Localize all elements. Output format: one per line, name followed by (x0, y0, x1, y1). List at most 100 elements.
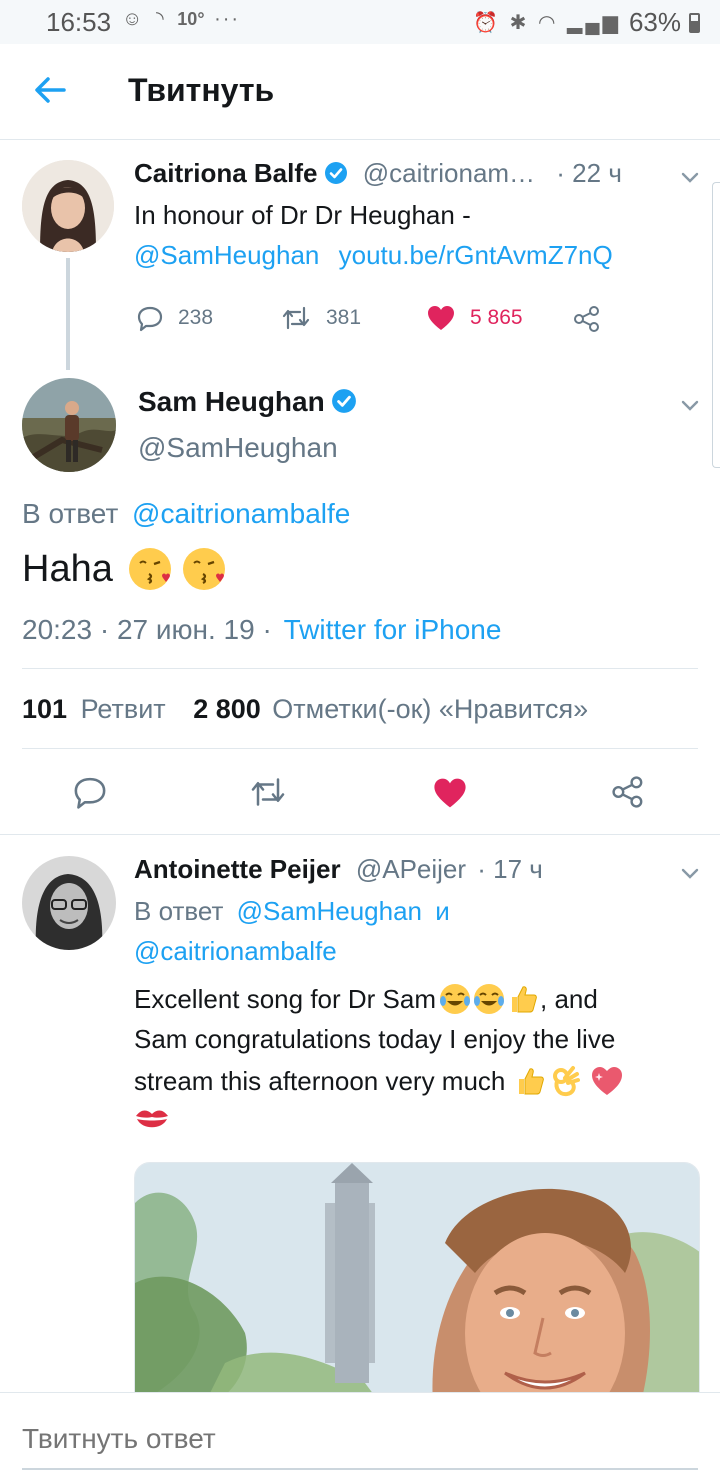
retweet-action[interactable]: 381 (280, 304, 361, 332)
reply-input[interactable] (22, 1423, 622, 1455)
wifi-icon: ◠ (538, 12, 559, 34)
hotspot-icon: ◝ (155, 8, 168, 30)
thumbs-up-emoji-icon (512, 986, 537, 1013)
heart-filled-icon (428, 306, 454, 330)
retweet-label[interactable]: Ретвит (81, 694, 166, 724)
tears-of-joy-emoji-icon (440, 984, 471, 1014)
reply-tweet-header: Antoinette Peijer @APeijer · 17 ч (134, 854, 543, 885)
main-tweet-author: Sam Heughan (138, 386, 357, 418)
reply-icon (137, 306, 163, 332)
avatar-portrait-image (22, 856, 116, 950)
tears-of-joy-emoji-icon (474, 984, 505, 1014)
share-icon[interactable] (610, 774, 646, 810)
tweet-media-image[interactable] (134, 1162, 700, 1422)
mention-link[interactable]: @SamHeughan (134, 240, 319, 270)
reply-tweet-context: В ответ @SamHeughan и (134, 896, 450, 927)
main-tweet-meta: 20:23 · 27 июн. 19 · Twitter for iPhone (22, 614, 501, 646)
author-handle: @APeijer (355, 854, 467, 884)
kissing-heart-emoji-icon (182, 548, 225, 590)
temperature: 10° (177, 9, 205, 29)
verified-icon (324, 162, 347, 184)
divider (22, 748, 698, 749)
battery-icon (689, 12, 700, 33)
avatar-antoinette[interactable] (22, 856, 116, 950)
like-count: 5 865 (470, 306, 523, 329)
author-name[interactable]: Caitriona Balfe (134, 158, 318, 188)
like-label[interactable]: Отметки(-ок) «Нравится» (272, 694, 588, 724)
author-name[interactable]: Antoinette Peijer (134, 854, 341, 884)
signal-icon: ▂▄▆ (567, 12, 621, 34)
reply-mention[interactable]: @caitrionambalfe (134, 936, 337, 967)
share-icon (574, 306, 599, 332)
retweet-icon (282, 306, 310, 330)
reply-tweet-line1: Excellent song for Dr Sam , and (134, 982, 598, 1016)
retweet-icon[interactable] (248, 774, 288, 810)
heart-filled-icon[interactable] (432, 776, 468, 810)
reply-mention[interactable]: @caitrionambalfe (132, 498, 350, 529)
engagement-stats: 101 Ретвит 2 800 Отметки(-ок) «Нравится» (22, 694, 588, 725)
sparkling-heart-emoji-icon (592, 1067, 623, 1095)
avatar-sam[interactable] (22, 378, 116, 472)
like-count[interactable]: 2 800 (193, 694, 261, 724)
chevron-down-icon[interactable] (677, 860, 703, 886)
avatar-caitriona[interactable] (22, 160, 114, 252)
status-left-icons: ☺ ◝ 10° ··· (122, 6, 240, 31)
retweet-count: 381 (326, 306, 362, 329)
status-time: 16:53 (46, 7, 112, 37)
main-reply-context: В ответ @caitrionambalfe (22, 498, 350, 530)
reply-text: Sam congratulations today I enjoy the li… (134, 1024, 616, 1054)
tweet-time: · 17 ч (477, 854, 543, 884)
reply-count: 238 (178, 306, 214, 329)
parent-tweet-actions: 238 381 5 865 (136, 304, 616, 340)
reply-mention[interactable]: @SamHeughan (237, 896, 422, 926)
main-tweet-actions (0, 770, 720, 816)
divider (0, 834, 720, 835)
reply-icon[interactable] (72, 774, 108, 810)
reply-text: stream this afternoon very much (134, 1065, 506, 1096)
author-handle: @caitrionam… (362, 158, 536, 188)
main-tweet-handle: @SamHeughan (138, 432, 338, 463)
share-action[interactable] (572, 304, 602, 334)
chevron-down-icon[interactable] (677, 392, 703, 418)
thread-connector (66, 258, 70, 370)
notification-icon: ☺ (122, 8, 147, 30)
scrollbar[interactable] (712, 182, 720, 468)
status-right: ⏰ ✱ ◠ ▂▄▆ 63% (473, 7, 700, 38)
ok-hand-emoji-icon (553, 1066, 581, 1097)
more-icon: ··· (214, 8, 241, 30)
back-arrow-icon[interactable] (28, 68, 72, 112)
app-bar: Твитнуть (0, 44, 720, 140)
page-title: Твитнуть (128, 72, 275, 108)
avatar-portrait-image (22, 160, 114, 252)
reply-tweet-line3: stream this afternoon very much (134, 1064, 625, 1098)
reply-action[interactable]: 238 (136, 304, 213, 332)
thumbs-up-emoji-icon (519, 1068, 545, 1095)
retweet-count[interactable]: 101 (22, 694, 67, 724)
system-icons: ⏰ ✱ ◠ ▂▄▆ (473, 10, 621, 35)
status-bar: 16:53 ☺ ◝ 10° ··· ⏰ ✱ ◠ ▂▄▆ 63% (0, 0, 720, 44)
kiss-mark-emoji-icon (136, 1110, 168, 1128)
verified-icon (331, 389, 356, 413)
reply-tweet-line4 (134, 1104, 170, 1139)
kissing-heart-emoji-icon (128, 548, 171, 590)
reply-text: Excellent song for Dr Sam (134, 983, 437, 1014)
main-tweet-text: Haha (22, 547, 113, 590)
tweet-timestamp: 20:23 · 27 июн. 19 · (22, 614, 272, 645)
reply-conjunction: и (435, 896, 450, 926)
parent-tweet-text: In honour of Dr Dr Heughan - (134, 200, 471, 230)
chevron-down-icon[interactable] (677, 164, 703, 190)
author-name[interactable]: Sam Heughan (138, 386, 325, 417)
battery-percent: 63% (628, 7, 681, 37)
bluetooth-icon: ✱ (509, 12, 530, 34)
reply-prefix: В ответ (134, 896, 224, 926)
reply-compose-bar (0, 1392, 720, 1480)
like-action[interactable]: 5 865 (426, 304, 523, 332)
reply-text: , and (540, 983, 598, 1014)
divider (22, 668, 698, 669)
tweet-source-link[interactable]: Twitter for iPhone (284, 614, 502, 645)
photo-man-with-tower (135, 1163, 699, 1421)
reply-prefix: В ответ (22, 498, 119, 529)
tweet-time: · 22 ч (556, 158, 622, 188)
parent-tweet-header: Caitriona Balfe @caitrionam… · 22 ч (134, 158, 622, 189)
url-link[interactable]: youtu.be/rGntAvmZ7nQ (339, 240, 613, 270)
